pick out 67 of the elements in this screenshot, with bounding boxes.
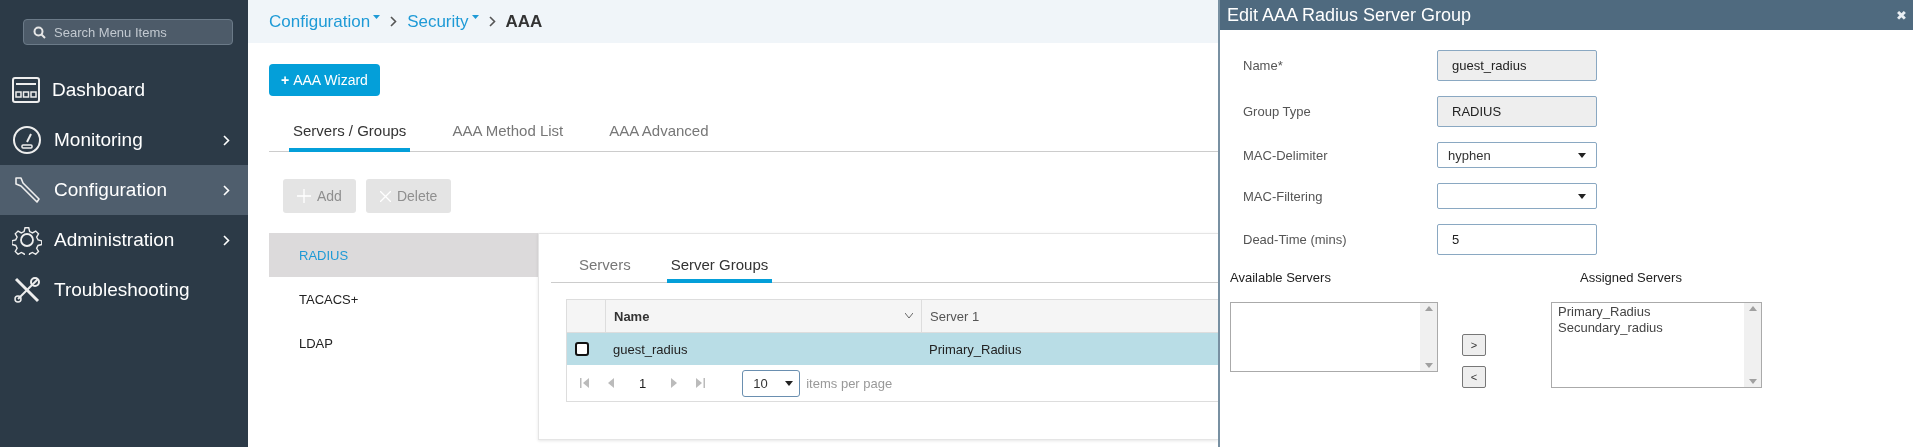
- chevron-icon: [488, 16, 496, 27]
- select-field[interactable]: hyphen: [1437, 142, 1597, 168]
- scrollbar[interactable]: [1420, 303, 1437, 371]
- tab[interactable]: Server Groups: [666, 256, 773, 283]
- list-item[interactable]: TACACS+: [269, 277, 538, 321]
- dashboard-icon: [12, 77, 40, 103]
- scroll-up-icon[interactable]: [1748, 305, 1757, 313]
- first-page-icon[interactable]: [579, 378, 591, 388]
- caret-icon: [1578, 192, 1586, 200]
- breadcrumb-link[interactable]: AAA: [505, 11, 543, 32]
- wrench-icon: [12, 175, 42, 205]
- table-cell: guest_radius: [613, 341, 688, 357]
- table-row[interactable]: guest_radius Primary_Radius: [567, 333, 1218, 365]
- caret-icon: [373, 15, 381, 20]
- gear-icon: [12, 225, 42, 255]
- caret-icon: [785, 379, 794, 387]
- list-box[interactable]: Primary_Radius Secundary_radius: [1551, 302, 1762, 388]
- tab[interactable]: AAA Method List: [448, 116, 568, 152]
- tools-icon: [12, 275, 42, 305]
- input-field[interactable]: 5: [1437, 224, 1597, 255]
- search-icon: [33, 26, 46, 39]
- sort-icon[interactable]: [905, 313, 913, 319]
- page-number: 1: [638, 375, 648, 391]
- plus-icon: [297, 189, 311, 203]
- move-button[interactable]: >: [1462, 334, 1486, 356]
- select-field[interactable]: [1437, 183, 1597, 209]
- gauge-icon: [12, 125, 42, 155]
- field-label: Name*: [1243, 58, 1284, 73]
- menu-item[interactable]: Administration: [0, 215, 248, 265]
- close-icon: [379, 190, 391, 202]
- page-size-select[interactable]: 10: [742, 369, 801, 397]
- search-field[interactable]: Search Menu Items: [23, 19, 233, 45]
- scroll-down-icon[interactable]: [1424, 361, 1433, 369]
- menu-item[interactable]: Dashboard: [0, 65, 248, 115]
- dialog-title: Edit AAA Radius Server Group: [1227, 4, 1472, 26]
- tab[interactable]: AAA Advanced: [605, 116, 713, 152]
- menu-item[interactable]: Troubleshooting: [0, 265, 248, 315]
- chevron-icon: [390, 16, 398, 27]
- last-page-icon[interactable]: [694, 378, 707, 388]
- column-header[interactable]: Server 1: [930, 308, 980, 324]
- menu-item[interactable]: Configuration: [0, 165, 248, 215]
- per-page-label: items per page: [806, 375, 893, 391]
- field-label: Group Type: [1243, 104, 1312, 119]
- table-cell: Primary_Radius: [929, 341, 1022, 357]
- list-label: Assigned Servers: [1579, 270, 1683, 285]
- field-label: MAC-Delimiter: [1243, 147, 1329, 163]
- tab[interactable]: Servers: [575, 256, 635, 283]
- list-item[interactable]: LDAP: [269, 321, 538, 365]
- move-button[interactable]: <: [1462, 366, 1486, 388]
- list-box[interactable]: [1230, 302, 1438, 372]
- close-button[interactable]: ✖: [1896, 7, 1907, 23]
- list-option[interactable]: Primary_Radius: [1558, 304, 1738, 320]
- caret-icon: [1578, 151, 1586, 159]
- scroll-down-icon[interactable]: [1748, 377, 1757, 385]
- list-option[interactable]: Secundary_radius: [1558, 320, 1738, 336]
- readonly-field: guest_radius: [1437, 50, 1597, 81]
- field-label: Dead-Time (mins): [1243, 232, 1348, 247]
- menu-item[interactable]: Monitoring: [0, 115, 248, 165]
- tab[interactable]: Servers / Groups: [289, 116, 411, 152]
- row-checkbox[interactable]: [575, 342, 589, 356]
- caret-icon: [471, 15, 479, 20]
- scrollbar[interactable]: [1744, 303, 1761, 387]
- column-header[interactable]: Name: [614, 308, 650, 324]
- list-label: Available Servers: [1230, 270, 1332, 285]
- readonly-field: RADIUS: [1437, 96, 1597, 127]
- field-label: MAC-Filtering: [1243, 188, 1324, 204]
- scroll-up-icon[interactable]: [1424, 305, 1433, 313]
